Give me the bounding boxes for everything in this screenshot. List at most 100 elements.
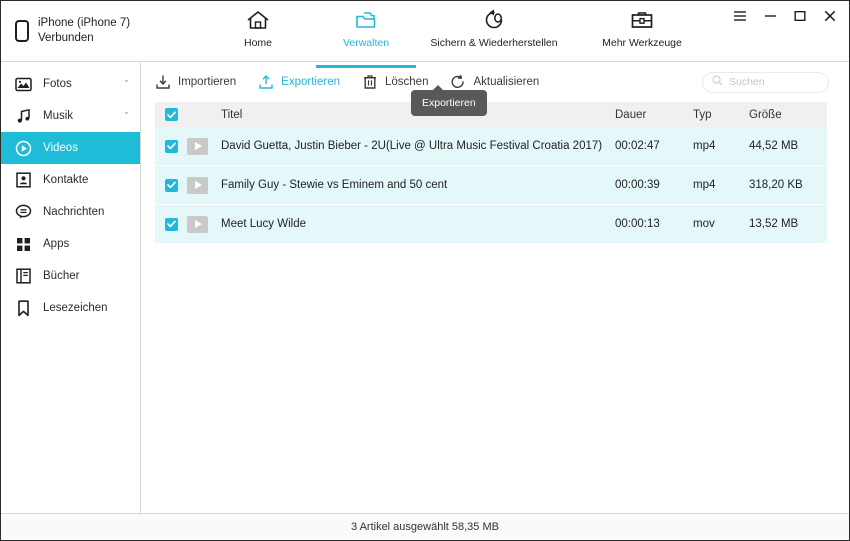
select-all-checkbox[interactable] xyxy=(165,108,178,121)
trash-icon xyxy=(362,74,378,90)
status-bar: 3 Artikel ausgewählt 58,35 MB xyxy=(1,513,849,540)
sidebar-item-fotos[interactable]: Fotos ˇ xyxy=(1,68,140,100)
tab-sichern-wiederherstellen[interactable]: Sichern & Wiederherstellen xyxy=(420,7,568,62)
column-header-duration[interactable]: Dauer xyxy=(615,109,693,121)
sidebar-item-buecher-label: Bücher xyxy=(43,270,80,282)
tab-mehr-werkzeuge-label: Mehr Werkzeuge xyxy=(602,37,682,49)
content-panel: Importieren Exportieren Löschen Aktualis… xyxy=(141,62,849,513)
play-icon[interactable] xyxy=(187,137,208,155)
phone-icon xyxy=(15,20,29,42)
refresh-button-label: Aktualisieren xyxy=(473,76,540,88)
refresh-button[interactable]: Aktualisieren xyxy=(450,74,539,90)
row-select-cell xyxy=(155,139,187,153)
toolbox-icon xyxy=(629,7,655,33)
folder-icon xyxy=(353,7,379,33)
bookmarks-icon xyxy=(15,299,32,317)
maximize-icon[interactable] xyxy=(793,9,807,23)
sidebar-item-apps[interactable]: Apps xyxy=(1,228,140,260)
sidebar-item-kontakte[interactable]: Kontakte xyxy=(1,164,140,196)
sidebar-item-kontakte-label: Kontakte xyxy=(43,174,89,186)
export-button-label: Exportieren xyxy=(281,76,340,88)
action-toolbar: Importieren Exportieren Löschen Aktualis… xyxy=(141,62,849,116)
device-status: Verbunden xyxy=(38,32,94,44)
refresh-icon xyxy=(450,74,466,90)
menu-icon[interactable] xyxy=(733,9,747,23)
row-type: mov xyxy=(693,218,715,230)
home-icon xyxy=(246,7,270,33)
sidebar-item-fotos-label: Fotos xyxy=(43,78,72,90)
export-tooltip: Exportieren xyxy=(411,85,487,116)
search-icon xyxy=(712,73,723,91)
select-all-cell xyxy=(155,108,187,121)
sidebar: Fotos ˇ Musik ˇ Videos Kontakte Nachrich… xyxy=(1,62,141,513)
restore-icon xyxy=(481,7,507,33)
import-button-label: Importieren xyxy=(178,76,237,88)
chevron-down-icon[interactable]: ˇ xyxy=(125,111,128,121)
search-area: Suchen xyxy=(702,71,829,93)
row-duration: 00:00:39 xyxy=(615,179,660,191)
sidebar-item-musik[interactable]: Musik ˇ xyxy=(1,100,140,132)
close-icon[interactable] xyxy=(823,9,837,23)
sidebar-item-videos-label: Videos xyxy=(43,142,78,154)
row-checkbox[interactable] xyxy=(165,178,178,192)
sidebar-item-nachrichten[interactable]: Nachrichten xyxy=(1,196,140,228)
tab-sichern-label: Sichern & Wiederherstellen xyxy=(430,37,558,49)
delete-button[interactable]: Löschen xyxy=(362,74,428,90)
tab-home-label: Home xyxy=(243,37,272,49)
contacts-icon xyxy=(15,172,32,189)
sidebar-item-musik-label: Musik xyxy=(43,110,74,122)
column-header-size[interactable]: Größe xyxy=(749,109,827,121)
delete-button-label: Löschen xyxy=(384,76,429,88)
table-row[interactable]: Family Guy - Stewie vs Eminem and 50 cen… xyxy=(155,166,827,205)
minimize-icon[interactable] xyxy=(763,9,777,23)
row-type: mp4 xyxy=(693,140,716,152)
device-info[interactable]: iPhone (iPhone 7) Verbunden xyxy=(1,1,191,61)
messages-icon xyxy=(15,204,32,221)
video-table: Titel Dauer Typ Größe David Guetta, Just… xyxy=(141,102,849,513)
play-icon[interactable] xyxy=(187,176,208,194)
row-title: Family Guy - Stewie vs Eminem and 50 cen… xyxy=(221,179,448,191)
import-button[interactable]: Importieren xyxy=(155,74,236,90)
row-select-cell xyxy=(155,178,187,192)
tab-verwalten[interactable]: Verwalten xyxy=(312,7,420,68)
window-controls xyxy=(729,1,849,61)
table-header-row: Titel Dauer Typ Größe xyxy=(155,102,827,127)
device-text-block: iPhone (iPhone 7) Verbunden xyxy=(38,16,130,46)
sidebar-item-lesezeichen[interactable]: Lesezeichen xyxy=(1,292,140,324)
main-body: Fotos ˇ Musik ˇ Videos Kontakte Nachrich… xyxy=(1,62,849,513)
column-header-type[interactable]: Typ xyxy=(693,109,749,121)
import-icon xyxy=(155,74,171,90)
row-select-cell xyxy=(155,217,187,231)
search-input[interactable]: Suchen xyxy=(702,71,829,93)
row-title: David Guetta, Justin Bieber - 2U(Live @ … xyxy=(221,140,603,152)
photos-icon xyxy=(15,76,32,93)
sidebar-item-lesezeichen-label: Lesezeichen xyxy=(43,302,108,314)
play-icon[interactable] xyxy=(187,215,208,233)
export-button[interactable]: Exportieren xyxy=(258,74,340,90)
sidebar-item-videos[interactable]: Videos xyxy=(1,132,140,164)
row-checkbox[interactable] xyxy=(165,139,178,153)
device-name: iPhone (iPhone 7) xyxy=(38,17,131,29)
table-row[interactable]: Meet Lucy Wilde 00:00:13 mov 13,52 MB xyxy=(155,205,827,244)
videos-icon xyxy=(15,140,32,157)
music-icon xyxy=(15,108,32,125)
status-text: 3 Artikel ausgewählt 58,35 MB xyxy=(351,521,499,533)
tab-home[interactable]: Home xyxy=(204,7,312,62)
books-icon xyxy=(15,268,32,285)
table-row[interactable]: David Guetta, Justin Bieber - 2U(Live @ … xyxy=(155,127,827,166)
sidebar-item-buecher[interactable]: Bücher xyxy=(1,260,140,292)
row-title: Meet Lucy Wilde xyxy=(221,218,307,230)
tab-verwalten-label: Verwalten xyxy=(342,37,390,49)
row-thumbnail-cell xyxy=(187,215,221,233)
search-placeholder: Suchen xyxy=(729,76,765,88)
tab-mehr-werkzeuge[interactable]: Mehr Werkzeuge xyxy=(568,7,716,62)
row-duration: 00:00:13 xyxy=(615,218,660,230)
export-icon xyxy=(258,74,274,90)
app-window: iPhone (iPhone 7) Verbunden Home Verwalt… xyxy=(0,0,850,541)
apps-icon xyxy=(15,236,32,253)
row-checkbox[interactable] xyxy=(165,217,178,231)
row-thumbnail-cell xyxy=(187,176,221,194)
row-size: 13,52 MB xyxy=(749,218,799,230)
chevron-down-icon[interactable]: ˇ xyxy=(125,79,128,89)
sidebar-item-apps-label: Apps xyxy=(43,238,70,250)
